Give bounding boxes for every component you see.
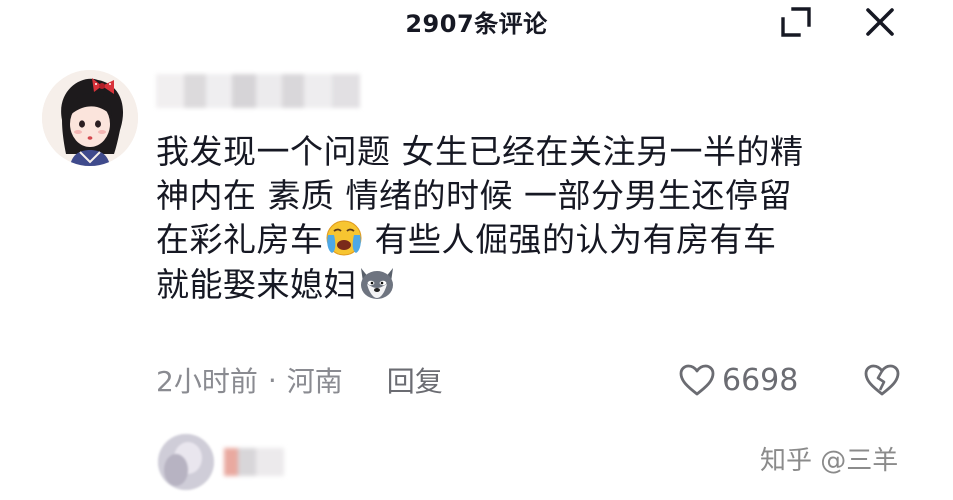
collapse-icon (781, 7, 811, 37)
comment-time: 2小时前 (156, 365, 258, 398)
comment-line-3: 在彩礼房车 有些人倔强的认为有房有车 (156, 217, 916, 262)
next-comment-item: 知乎 @三羊 (0, 430, 953, 500)
watermark: 知乎 @三羊 (760, 446, 899, 476)
close-button[interactable] (860, 4, 900, 40)
meta-separator: · (267, 363, 277, 397)
broken-heart-icon (864, 364, 900, 396)
collapse-button[interactable] (776, 4, 816, 40)
comments-header: 2907条评论 (0, 0, 953, 44)
dislike-button[interactable] (862, 360, 902, 400)
comment-meta: 2小时前 · 河南 回复 (156, 360, 443, 400)
username-blurred[interactable] (224, 448, 284, 476)
avatar[interactable] (42, 70, 138, 166)
comment-item: 我发现一个问题 女生已经在关注另一半的精 神内在 素质 情绪的时候 一部分男生还… (0, 60, 953, 430)
avatar-cartoon-girl (42, 70, 138, 166)
comment-text: 我发现一个问题 女生已经在关注另一半的精 神内在 素质 情绪的时候 一部分男生还… (156, 130, 916, 306)
comment-location: 河南 (286, 365, 343, 398)
comment-line-4: 就能娶来媳妇 (156, 262, 916, 307)
avatar[interactable] (158, 434, 214, 490)
comment-line-4-text: 就能娶来媳妇 (156, 264, 357, 304)
close-icon (866, 8, 894, 36)
like-button[interactable]: 6698 (678, 360, 798, 400)
comment-line-3-part-1: 在彩礼房车 (156, 220, 324, 259)
crying-emoji (324, 217, 364, 257)
heart-outline-icon (679, 364, 715, 396)
reply-button[interactable]: 回复 (387, 360, 443, 400)
blurred-avatar (158, 434, 214, 490)
like-count: 6698 (722, 362, 799, 398)
comment-line-1: 我发现一个问题 女生已经在关注另一半的精 (156, 132, 804, 171)
husky-dog-emoji (357, 262, 397, 302)
username-blurred[interactable] (156, 74, 360, 108)
comment-line-3-part-2: 有些人倔强的认为有房有车 (374, 220, 777, 259)
comment-line-2: 神内在 素质 情绪的时候 一部分男生还停留 (156, 175, 792, 215)
